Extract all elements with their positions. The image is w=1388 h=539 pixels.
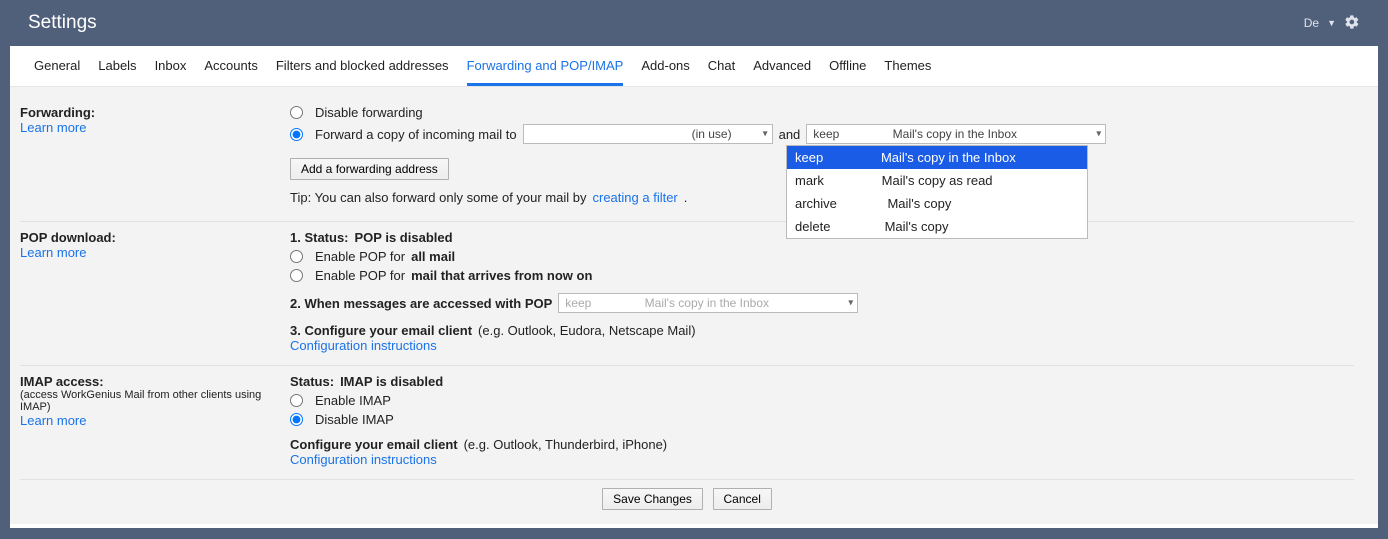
forward-address-value xyxy=(530,127,603,141)
label-forward-copy: Forward a copy of incoming mail to xyxy=(315,127,517,142)
imap-configure-label: Configure your email client xyxy=(290,437,458,452)
radio-disable-imap[interactable] xyxy=(290,413,303,426)
label-disable-imap: Disable IMAP xyxy=(315,412,394,427)
label-enable-imap: Enable IMAP xyxy=(315,393,391,408)
user-label[interactable]: De xyxy=(1304,16,1319,30)
add-forwarding-button[interactable]: Add a forwarding address xyxy=(290,158,449,180)
forward-address-suffix: (in use) xyxy=(692,127,750,141)
pop-configure-label: 3. Configure your email client xyxy=(290,323,472,338)
chevron-down-icon: ▾ xyxy=(848,298,853,309)
tab-forwarding-pop-imap[interactable]: Forwarding and POP/IMAP xyxy=(467,58,624,86)
radio-pop-new[interactable] xyxy=(290,269,303,282)
tab-filters[interactable]: Filters and blocked addresses xyxy=(276,58,449,86)
tab-general[interactable]: General xyxy=(34,58,80,86)
gear-icon[interactable] xyxy=(1344,14,1360,33)
settings-header: Settings De ▼ xyxy=(0,0,1388,46)
dropdown-option-keep[interactable]: keep Mail's copy in the Inbox xyxy=(787,146,1087,169)
tab-addons[interactable]: Add-ons xyxy=(641,58,689,86)
section-imap: IMAP access: (access WorkGenius Mail fro… xyxy=(20,366,1354,480)
tab-advanced[interactable]: Advanced xyxy=(753,58,811,86)
section-pop: POP download: Learn more 1. Status: POP … xyxy=(20,222,1354,366)
radio-pop-all[interactable] xyxy=(290,250,303,263)
header-right: De ▼ xyxy=(1304,14,1360,33)
page-title: Settings xyxy=(28,12,97,34)
dropdown-option-archive[interactable]: archive Mail's copy xyxy=(787,192,1087,215)
creating-filter-link[interactable]: creating a filter xyxy=(593,190,678,205)
pop-access-label: 2. When messages are accessed with POP xyxy=(290,296,552,311)
pop-access-select[interactable]: keep Mail's copy in the Inbox ▾ xyxy=(558,293,858,313)
save-button[interactable]: Save Changes xyxy=(602,488,703,510)
forwarding-title: Forwarding: xyxy=(20,105,270,120)
forward-action-dropdown: keep Mail's copy in the Inbox mark Mail'… xyxy=(786,145,1088,239)
tab-labels[interactable]: Labels xyxy=(98,58,136,86)
radio-disable-forwarding[interactable] xyxy=(290,106,303,119)
pop-title: POP download: xyxy=(20,230,270,245)
content-card: General Labels Inbox Accounts Filters an… xyxy=(10,46,1378,528)
label-pop-allmail: all mail xyxy=(411,249,455,264)
pop-config-instructions[interactable]: Configuration instructions xyxy=(290,338,437,353)
tabs-bar: General Labels Inbox Accounts Filters an… xyxy=(10,46,1378,87)
imap-subtitle: (access WorkGenius Mail from other clien… xyxy=(20,389,270,413)
forwarding-learnmore[interactable]: Learn more xyxy=(20,120,86,135)
pop-access-value: keep Mail's copy in the Inbox xyxy=(565,296,769,310)
imap-config-instructions[interactable]: Configuration instructions xyxy=(290,452,437,467)
imap-status-value: IMAP is disabled xyxy=(340,374,443,389)
section-forwarding: Forwarding: Learn more Disable forwardin… xyxy=(20,97,1354,222)
tab-offline[interactable]: Offline xyxy=(829,58,866,86)
tab-accounts[interactable]: Accounts xyxy=(204,58,257,86)
tip-prefix: Tip: You can also forward only some of y… xyxy=(290,190,587,205)
radio-forward-copy[interactable] xyxy=(290,128,303,141)
cancel-button[interactable]: Cancel xyxy=(713,488,772,510)
imap-learnmore[interactable]: Learn more xyxy=(20,413,86,428)
imap-status-label: Status: xyxy=(290,374,334,389)
footer-buttons: Save Changes Cancel xyxy=(20,480,1354,510)
chevron-down-icon: ▾ xyxy=(763,129,768,140)
forward-action-select[interactable]: keep Mail's copy in the Inbox ▾ xyxy=(806,124,1106,144)
dropdown-option-delete[interactable]: delete Mail's copy xyxy=(787,215,1087,238)
tab-themes[interactable]: Themes xyxy=(884,58,931,86)
label-pop-prefix-2: Enable POP for xyxy=(315,268,405,283)
label-pop-newmail: mail that arrives from now on xyxy=(411,268,592,283)
imap-title: IMAP access: xyxy=(20,374,270,389)
user-caret-icon[interactable]: ▼ xyxy=(1327,18,1336,28)
pop-learnmore[interactable]: Learn more xyxy=(20,245,86,260)
settings-body: Forwarding: Learn more Disable forwardin… xyxy=(10,87,1378,524)
tab-inbox[interactable]: Inbox xyxy=(155,58,187,86)
forward-action-value: keep Mail's copy in the Inbox xyxy=(813,127,1017,141)
tab-chat[interactable]: Chat xyxy=(708,58,735,86)
radio-enable-imap[interactable] xyxy=(290,394,303,407)
dropdown-option-mark-read[interactable]: mark Mail's copy as read xyxy=(787,169,1087,192)
imap-configure-eg: (e.g. Outlook, Thunderbird, iPhone) xyxy=(464,437,668,452)
pop-status-value: POP is disabled xyxy=(355,230,453,245)
label-disable-forwarding: Disable forwarding xyxy=(315,105,423,120)
forward-address-select[interactable]: (in use) ▾ xyxy=(523,124,773,144)
pop-configure-eg: (e.g. Outlook, Eudora, Netscape Mail) xyxy=(478,323,696,338)
label-pop-prefix-1: Enable POP for xyxy=(315,249,405,264)
and-label: and xyxy=(779,127,801,142)
chevron-down-icon: ▾ xyxy=(1096,129,1101,140)
pop-status-label: 1. Status: xyxy=(290,230,349,245)
tip-suffix: . xyxy=(684,190,688,205)
